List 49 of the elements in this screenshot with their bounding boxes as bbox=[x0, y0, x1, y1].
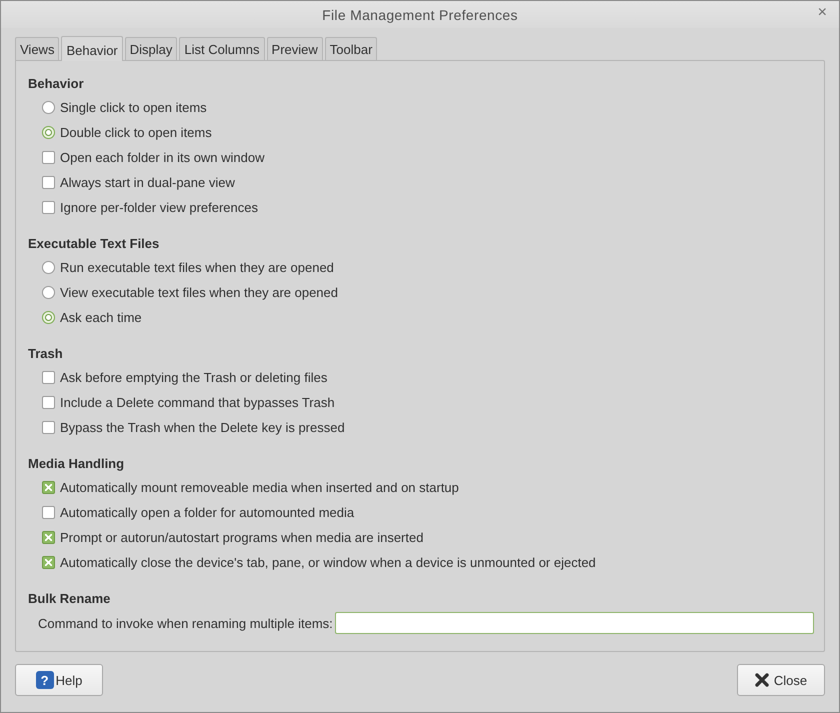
checkbox[interactable] bbox=[42, 556, 55, 569]
close-button[interactable]: Close bbox=[737, 664, 825, 696]
field-label: Command to invoke when renaming multiple items: bbox=[38, 616, 333, 630]
checkbox[interactable] bbox=[42, 531, 55, 544]
checkbox[interactable] bbox=[42, 176, 55, 189]
section-heading: Executable Text Files bbox=[28, 234, 160, 252]
option-label: Automatically open a folder for automounted media bbox=[60, 505, 354, 520]
option-label: Always start in dual-pane view bbox=[60, 175, 235, 190]
checkbox[interactable] bbox=[42, 421, 55, 434]
section-heading: Behavior bbox=[28, 74, 85, 92]
tab[interactable]: Display bbox=[124, 37, 178, 60]
section-heading: Bulk Rename bbox=[28, 590, 112, 608]
radio-button[interactable] bbox=[42, 126, 55, 139]
close-icon bbox=[754, 673, 769, 687]
option-label: Open each folder in its own window bbox=[60, 150, 265, 165]
help-icon: ? bbox=[36, 671, 54, 689]
tab[interactable]: Toolbar bbox=[324, 37, 378, 60]
checkbox[interactable] bbox=[42, 151, 55, 164]
option-label: Single click to open items bbox=[60, 100, 207, 115]
window-title: File Management Preferences bbox=[322, 6, 518, 22]
tab[interactable]: List Columns bbox=[179, 37, 265, 60]
radio-button[interactable] bbox=[42, 261, 55, 274]
radio-button[interactable] bbox=[42, 101, 55, 114]
option-label: View executable text files when they are opened bbox=[60, 285, 338, 300]
input-field[interactable] bbox=[334, 612, 814, 634]
option-label: Bypass the Trash when the Delete key is pressed bbox=[60, 420, 345, 435]
option-label: Double click to open items bbox=[60, 125, 212, 140]
option-label: Include a Delete command that bypasses Trash bbox=[60, 395, 335, 410]
option-label: Ask each time bbox=[60, 310, 142, 325]
option-label: Automatically mount removeable media when inserted and on startup bbox=[60, 480, 459, 495]
tab[interactable]: Views bbox=[15, 37, 60, 60]
tab[interactable]: Preview bbox=[266, 37, 323, 60]
close-button[interactable]: × bbox=[818, 4, 827, 22]
option-label: Prompt or autorun/autostart programs when media are inserted bbox=[60, 530, 424, 545]
radio-button[interactable] bbox=[42, 311, 55, 324]
section-heading: Media Handling bbox=[28, 454, 126, 473]
help-button[interactable]: ? Help bbox=[15, 664, 103, 696]
checkbox[interactable] bbox=[42, 396, 55, 409]
option-label: Run executable text files when they are opened bbox=[60, 260, 334, 275]
checkbox[interactable] bbox=[42, 506, 55, 519]
radio-button[interactable] bbox=[42, 286, 55, 299]
checkbox[interactable] bbox=[42, 371, 55, 384]
tab[interactable]: Behavior bbox=[61, 36, 123, 61]
section-heading: Trash bbox=[28, 344, 64, 362]
option-label: Ignore per-folder view preferences bbox=[60, 200, 258, 215]
option-label: Ask before emptying the Trash or deleting files bbox=[60, 370, 328, 385]
checkbox[interactable] bbox=[42, 481, 55, 494]
option-label: Automatically close the device's tab, pane, or window when a device is unmounted or ejected bbox=[60, 555, 596, 570]
checkbox[interactable] bbox=[42, 201, 55, 214]
